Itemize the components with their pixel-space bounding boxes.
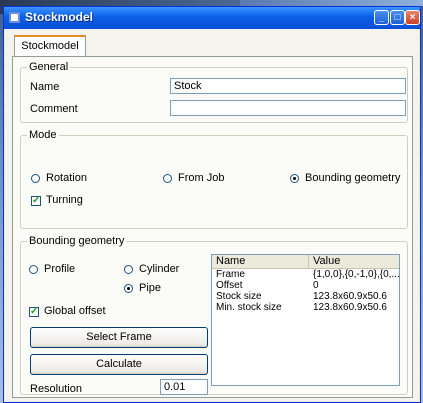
- properties-list[interactable]: Name Value Frame {1,0,0},{0,-1,0},{0,...…: [211, 254, 400, 386]
- mode-legend: Mode: [29, 129, 57, 141]
- calculate-button[interactable]: Calculate: [30, 354, 208, 375]
- minimize-button[interactable]: _: [374, 10, 389, 25]
- list-item[interactable]: Offset 0: [212, 280, 399, 291]
- list-item[interactable]: Min. stock size 123.8x60.9x50.6: [212, 302, 399, 313]
- select-frame-button[interactable]: Select Frame: [30, 327, 208, 348]
- resolution-field[interactable]: 0.01: [160, 379, 208, 395]
- mode-rotation-radio[interactable]: [31, 174, 40, 183]
- close-button[interactable]: ×: [405, 10, 420, 25]
- stockmodel-window: Stockmodel _ □ × Stockmodel General Name…: [3, 6, 421, 403]
- property-name: Frame: [216, 269, 245, 280]
- comment-field[interactable]: [170, 100, 406, 116]
- global-offset-checkbox[interactable]: ✓: [29, 307, 39, 317]
- shape-profile-label[interactable]: Profile: [44, 263, 75, 275]
- list-item[interactable]: Frame {1,0,0},{0,-1,0},{0,...: [212, 269, 399, 280]
- tab-stockmodel[interactable]: Stockmodel: [14, 35, 86, 57]
- mode-bounding-geometry-radio[interactable]: [290, 174, 299, 183]
- property-value: {1,0,0},{0,-1,0},{0,...: [313, 269, 399, 280]
- mode-fromjob-radio[interactable]: [163, 174, 172, 183]
- properties-list-header: Name Value: [212, 255, 399, 269]
- turning-label[interactable]: Turning: [46, 194, 83, 206]
- window-client: Stockmodel General Name Stock Comment Mo…: [5, 29, 419, 401]
- list-item[interactable]: Stock size 123.8x60.9x50.6: [212, 291, 399, 302]
- shape-pipe-radio[interactable]: [124, 284, 133, 293]
- name-field[interactable]: Stock: [170, 78, 406, 94]
- turning-checkbox[interactable]: ✓: [31, 196, 41, 206]
- app-icon: [9, 12, 20, 23]
- property-name: Min. stock size: [216, 302, 282, 313]
- resolution-label: Resolution: [30, 383, 82, 395]
- maximize-button[interactable]: □: [390, 10, 405, 25]
- property-value: 123.8x60.9x50.6: [313, 291, 387, 302]
- column-header-value[interactable]: Value: [309, 255, 401, 268]
- window-title: Stockmodel: [25, 10, 94, 24]
- general-legend: General: [29, 61, 69, 73]
- global-offset-label[interactable]: Global offset: [44, 305, 106, 317]
- bounding-geometry-legend: Bounding geometry: [29, 235, 125, 247]
- mode-bounding-geometry-label[interactable]: Bounding geometry: [305, 172, 400, 184]
- name-label: Name: [30, 81, 60, 93]
- property-name: Stock size: [216, 291, 262, 302]
- shape-cylinder-label[interactable]: Cylinder: [139, 263, 179, 275]
- tab-panel: General Name Stock Comment Mode Rotation…: [12, 56, 413, 398]
- property-value: 0: [313, 280, 319, 291]
- shape-profile-radio[interactable]: [29, 265, 38, 274]
- column-header-name[interactable]: Name: [212, 255, 309, 268]
- mode-rotation-label[interactable]: Rotation: [46, 172, 87, 184]
- property-value: 123.8x60.9x50.6: [313, 302, 387, 313]
- comment-label: Comment: [30, 103, 78, 115]
- mode-fromjob-label[interactable]: From Job: [178, 172, 224, 184]
- property-name: Offset: [216, 280, 243, 291]
- title-bar[interactable]: Stockmodel _ □ ×: [4, 7, 420, 29]
- shape-pipe-label[interactable]: Pipe: [139, 282, 161, 294]
- shape-cylinder-radio[interactable]: [124, 265, 133, 274]
